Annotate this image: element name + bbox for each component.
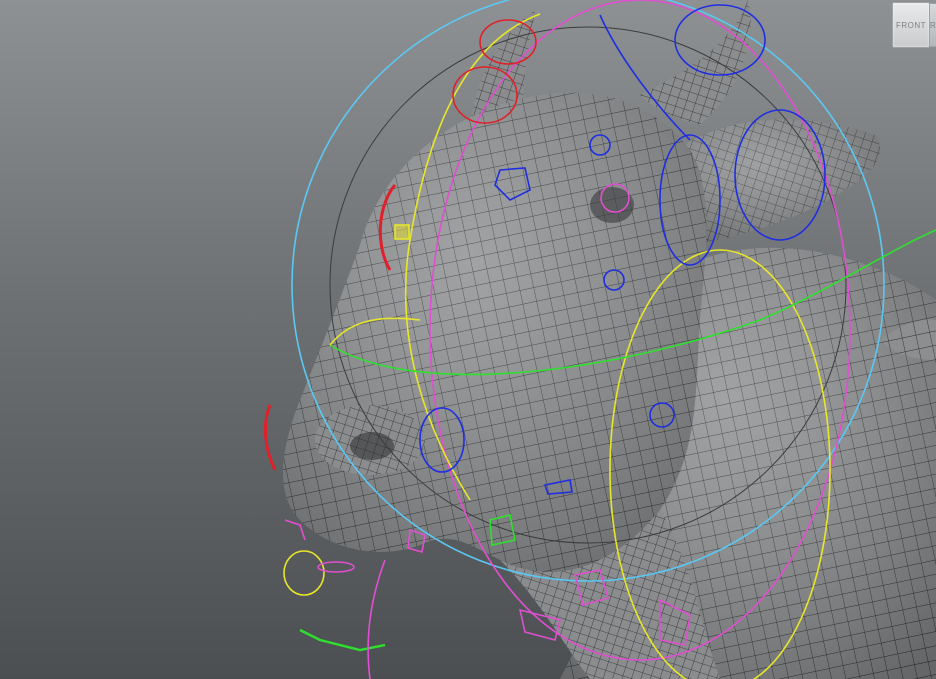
view-cube-front-face[interactable]: FRONT xyxy=(892,2,930,48)
throat-curve-magenta xyxy=(367,559,386,679)
chin-control-yellow[interactable] xyxy=(283,550,325,596)
view-cube-side-label: R xyxy=(930,20,936,30)
view-cube-right-face[interactable]: R xyxy=(929,3,936,47)
3d-viewport[interactable]: FRONT R xyxy=(0,0,936,679)
view-cube-front-label: FRONT xyxy=(895,20,927,30)
jaw-control-green[interactable] xyxy=(299,628,386,652)
mouth-corner-control[interactable] xyxy=(284,519,306,541)
cow-head-mesh[interactable] xyxy=(283,92,707,572)
selected-handle[interactable] xyxy=(394,224,410,240)
view-cube[interactable]: FRONT R xyxy=(892,2,936,48)
scene-canvas[interactable] xyxy=(0,0,936,679)
muzzle-side-control[interactable] xyxy=(264,404,277,471)
